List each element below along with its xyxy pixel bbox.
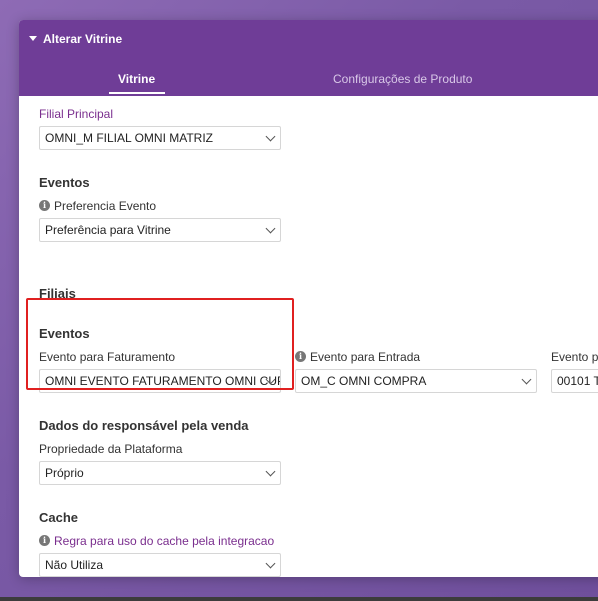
eventos-section-title: Eventos [39, 175, 90, 190]
dados-responsavel-section-title: Dados do responsável pela venda [39, 418, 249, 433]
filial-principal-value: OMNI_M FILIAL OMNI MATRIZ [45, 131, 214, 145]
highlight-box [26, 298, 294, 390]
caret-down-icon [29, 36, 37, 42]
propriedade-plataforma-select[interactable]: Próprio [39, 461, 281, 485]
regra-cache-text: Regra para uso do cache pela integracao [54, 534, 275, 548]
regra-cache-value: Não Utiliza [45, 558, 104, 572]
preferencia-evento-value: Preferência para Vitrine [45, 223, 171, 237]
filial-principal-label: Filial Principal [39, 107, 114, 121]
preferencia-evento-select[interactable]: Preferência para Vitrine [39, 218, 281, 242]
modal-title: Alterar Vitrine [43, 32, 123, 46]
evento-entrada-text: Evento para Entrada [310, 350, 421, 364]
info-icon[interactable]: i [39, 535, 50, 547]
evento-third-value: 00101 T [557, 374, 598, 388]
modal-header: Alterar Vitrine Vitrine Configurações de… [19, 20, 598, 96]
evento-entrada-label: i Evento para Entrada [295, 350, 420, 364]
cache-section-title: Cache [39, 510, 79, 525]
evento-entrada-select[interactable]: OM_C OMNI COMPRA [295, 369, 537, 393]
tab-vitrine[interactable]: Vitrine [118, 72, 155, 86]
filial-principal-select[interactable]: OMNI_M FILIAL OMNI MATRIZ [39, 126, 281, 150]
regra-cache-select[interactable]: Não Utiliza [39, 553, 281, 577]
regra-cache-label: i Regra para uso do cache pela integracao [39, 534, 274, 548]
tab-configuracoes-produto[interactable]: Configurações de Produto [333, 72, 472, 86]
propriedade-plataforma-label: Propriedade da Plataforma [39, 442, 183, 456]
evento-third-select[interactable]: 00101 T [551, 369, 598, 393]
modal-body: Filial Principal OMNI_M FILIAL OMNI MATR… [19, 96, 598, 577]
collapse-toggle[interactable]: Alterar Vitrine [29, 32, 122, 46]
bottom-bar [0, 597, 598, 601]
evento-entrada-value: OM_C OMNI COMPRA [301, 374, 427, 388]
propriedade-plataforma-value: Próprio [45, 466, 84, 480]
evento-third-label: Evento p [551, 350, 598, 364]
preferencia-evento-label: i Preferencia Evento [39, 199, 156, 213]
info-icon[interactable]: i [295, 351, 306, 363]
info-icon[interactable]: i [39, 200, 50, 212]
preferencia-evento-text: Preferencia Evento [54, 199, 157, 213]
alterar-vitrine-modal: Alterar Vitrine Vitrine Configurações de… [19, 20, 598, 577]
active-tab-indicator [109, 92, 165, 94]
